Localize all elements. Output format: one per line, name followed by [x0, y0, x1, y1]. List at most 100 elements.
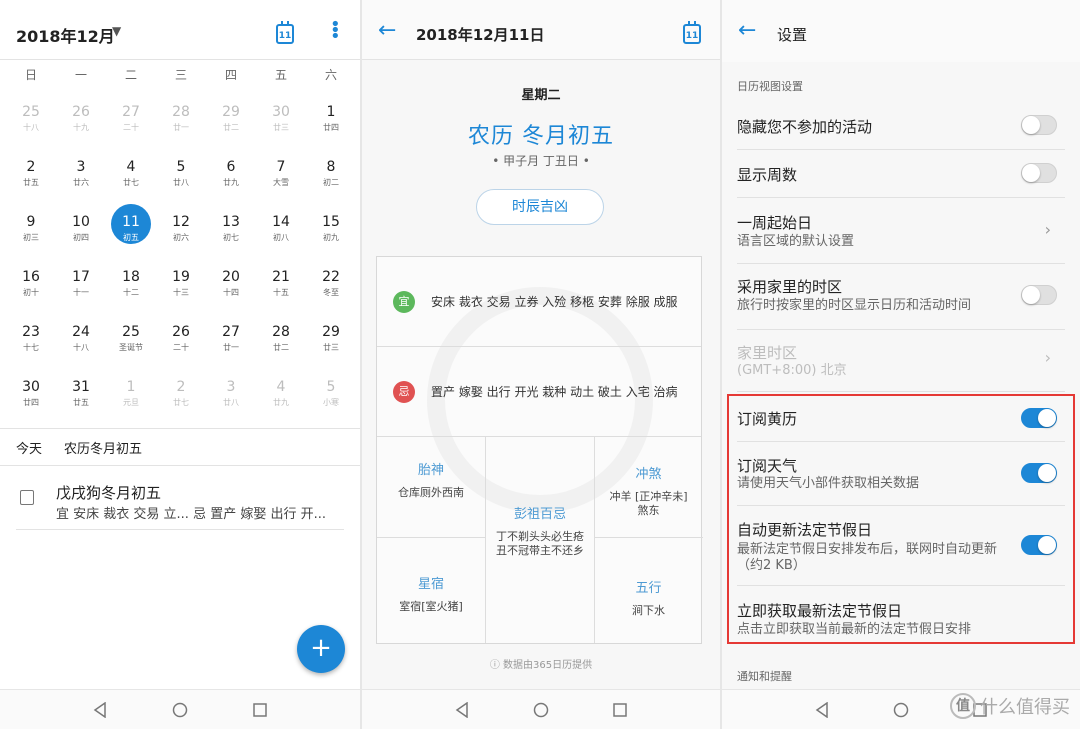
day-cell[interactable]: 14 初八: [256, 200, 306, 255]
more-options-icon[interactable]: • • •: [330, 16, 341, 46]
back-nav-icon[interactable]: [85, 695, 115, 725]
toggle-home-timezone[interactable]: [1021, 285, 1057, 305]
day-cell[interactable]: 22 冬至: [306, 255, 356, 310]
day-cell[interactable]: 30 廿三: [256, 90, 306, 145]
day-number: 3: [226, 379, 236, 395]
recents-nav-icon[interactable]: [605, 695, 635, 725]
day-cell[interactable]: 6 廿九: [206, 145, 256, 200]
day-cell[interactable]: 4 廿九: [256, 365, 306, 420]
lunar-day: 廿五: [23, 178, 39, 187]
setting-sub: (GMT+8:00) 北京: [737, 363, 847, 378]
lunar-day: 廿四: [323, 123, 339, 132]
back-nav-icon[interactable]: [447, 695, 477, 725]
xingxiu-value: 室宿[室火猪]: [399, 600, 463, 613]
lunar-day: 廿四: [23, 398, 39, 407]
day-cell[interactable]: 24 十八: [56, 310, 106, 365]
day-cell[interactable]: 2 廿七: [156, 365, 206, 420]
day-cell[interactable]: 18 十二: [106, 255, 156, 310]
lunar-day: 初四: [73, 233, 89, 242]
day-cell[interactable]: 5 廿八: [156, 145, 206, 200]
day-cell[interactable]: 9 初三: [6, 200, 56, 255]
day-cell[interactable]: 5 小寒: [306, 365, 356, 420]
shichen-button[interactable]: 时辰吉凶: [476, 189, 604, 225]
day-cell[interactable]: 29 廿二: [206, 90, 256, 145]
day-cell[interactable]: 1 元旦: [106, 365, 156, 420]
back-arrow-icon[interactable]: ←: [378, 18, 396, 43]
day-cell[interactable]: 20 十四: [206, 255, 256, 310]
day-number: 18: [122, 269, 140, 285]
day-cell[interactable]: 25 圣诞节: [106, 310, 156, 365]
day-cell[interactable]: 4 廿七: [106, 145, 156, 200]
day-cell[interactable]: 28 廿二: [256, 310, 306, 365]
lunar-day: 廿八: [173, 178, 189, 187]
week-row: 23 十七 24 十八 25 圣诞节 26 二十 27 廿一 28 廿二 29 廿三: [6, 310, 356, 365]
day-header: ← 2018年12月11日 11: [362, 0, 720, 60]
day-cell[interactable]: 12 初六: [156, 200, 206, 255]
add-event-button[interactable]: +: [297, 625, 345, 673]
today-calendar-icon[interactable]: 11: [683, 21, 701, 44]
back-nav-icon[interactable]: [807, 695, 837, 725]
toggle-hide-declined[interactable]: [1021, 115, 1057, 135]
day-cell[interactable]: 3 廿六: [56, 145, 106, 200]
day-cell[interactable]: 26 十九: [56, 90, 106, 145]
day-cell[interactable]: 26 二十: [156, 310, 206, 365]
day-cell[interactable]: 19 十三: [156, 255, 206, 310]
day-detail-screen: ← 2018年12月11日 11 星期二 农历 冬月初五 • 甲子月 丁丑日 •…: [362, 0, 720, 729]
ji-badge: 忌: [393, 380, 415, 403]
week-row: 25 十八 26 十九 27 二十 28 廿一 29 廿二 30 廿三 1 廿四: [6, 90, 356, 145]
week-row: 2 廿五 3 廿六 4 廿七 5 廿八 6 廿九 7 大雪 8 初二: [6, 145, 356, 200]
day-number: 24: [72, 324, 90, 340]
setting-label: 一周起始日: [737, 214, 813, 232]
lunar-day: 二十: [173, 343, 189, 352]
lunar-day: 初十: [23, 288, 39, 297]
recents-nav-icon[interactable]: [245, 695, 275, 725]
setting-week-start[interactable]: 一周起始日 语言区域的默认设置 ›: [737, 198, 1065, 264]
weekday-label: 二: [124, 68, 137, 82]
day-cell[interactable]: 21 十五: [256, 255, 306, 310]
back-arrow-icon[interactable]: ←: [738, 18, 756, 43]
day-cell[interactable]: 29 廿三: [306, 310, 356, 365]
day-cell[interactable]: 15 初九: [306, 200, 356, 255]
day-cell[interactable]: 2 廿五: [6, 145, 56, 200]
day-cell[interactable]: 10 初四: [56, 200, 106, 255]
day-cell[interactable]: 16 初十: [6, 255, 56, 310]
setting-home-timezone[interactable]: 采用家里的时区 旅行时按家里的时区显示日历和活动时间: [737, 264, 1065, 330]
week-row: 30 廿四 31 廿五 1 元旦 2 廿七 3 廿八 4 廿九 5 小寒: [6, 365, 356, 420]
setting-home-zone[interactable]: 家里时区 (GMT+8:00) 北京 ›: [737, 330, 1065, 392]
chevron-down-icon[interactable]: ▼: [112, 24, 121, 38]
setting-sub: 旅行时按家里的时区显示日历和活动时间: [737, 298, 972, 313]
day-cell[interactable]: 7 大雪: [256, 145, 306, 200]
day-cell[interactable]: 25 十八: [6, 90, 56, 145]
day-number: 25: [22, 104, 40, 120]
day-cell[interactable]: 1 廿四: [306, 90, 356, 145]
toggle-week-numbers[interactable]: [1021, 163, 1057, 183]
home-nav-icon[interactable]: [165, 695, 195, 725]
day-cell[interactable]: 31 廿五: [56, 365, 106, 420]
almanac-event[interactable]: 戊戌狗冬月初五 宜 安床 裁衣 交易 立... 忌 置产 嫁娶 出行 开...: [16, 472, 344, 530]
home-nav-icon[interactable]: [886, 695, 916, 725]
today-row: 今天 农历冬月初五: [0, 428, 360, 466]
lunar-day: 二十: [123, 123, 139, 132]
week-row: 9 初三 10 初四 11 初五 12 初六 13 初七 14 初八 15 初九: [6, 200, 356, 255]
setting-hide-declined[interactable]: 隐藏您不参加的活动: [737, 102, 1065, 150]
day-cell[interactable]: 8 初二: [306, 145, 356, 200]
day-cell[interactable]: 13 初七: [206, 200, 256, 255]
taishen-heading: 胎神: [417, 463, 444, 478]
day-cell[interactable]: 23 十七: [6, 310, 56, 365]
setting-week-numbers[interactable]: 显示周数: [737, 150, 1065, 198]
home-nav-icon[interactable]: [526, 695, 556, 725]
lunar-day: 廿七: [173, 398, 189, 407]
day-cell[interactable]: 28 廿一: [156, 90, 206, 145]
today-calendar-icon[interactable]: 11: [276, 21, 294, 44]
settings-screen: ← 设置 日历视图设置 隐藏您不参加的活动 显示周数 一周起始日 语言区域的默认…: [722, 0, 1080, 729]
day-cell[interactable]: 27 廿一: [206, 310, 256, 365]
day-cell[interactable]: 30 廿四: [6, 365, 56, 420]
day-cell[interactable]: 11 初五: [106, 200, 156, 255]
lunar-day: 十三: [173, 288, 189, 297]
day-cell[interactable]: 27 二十: [106, 90, 156, 145]
pengzu-value: 丁不剃头头必生疮 丑不冠带主不还乡: [496, 530, 584, 557]
lunar-day: 初二: [323, 178, 339, 187]
day-cell[interactable]: 17 十一: [56, 255, 106, 310]
month-title[interactable]: 2018年12月: [16, 23, 115, 47]
day-cell[interactable]: 3 廿八: [206, 365, 256, 420]
